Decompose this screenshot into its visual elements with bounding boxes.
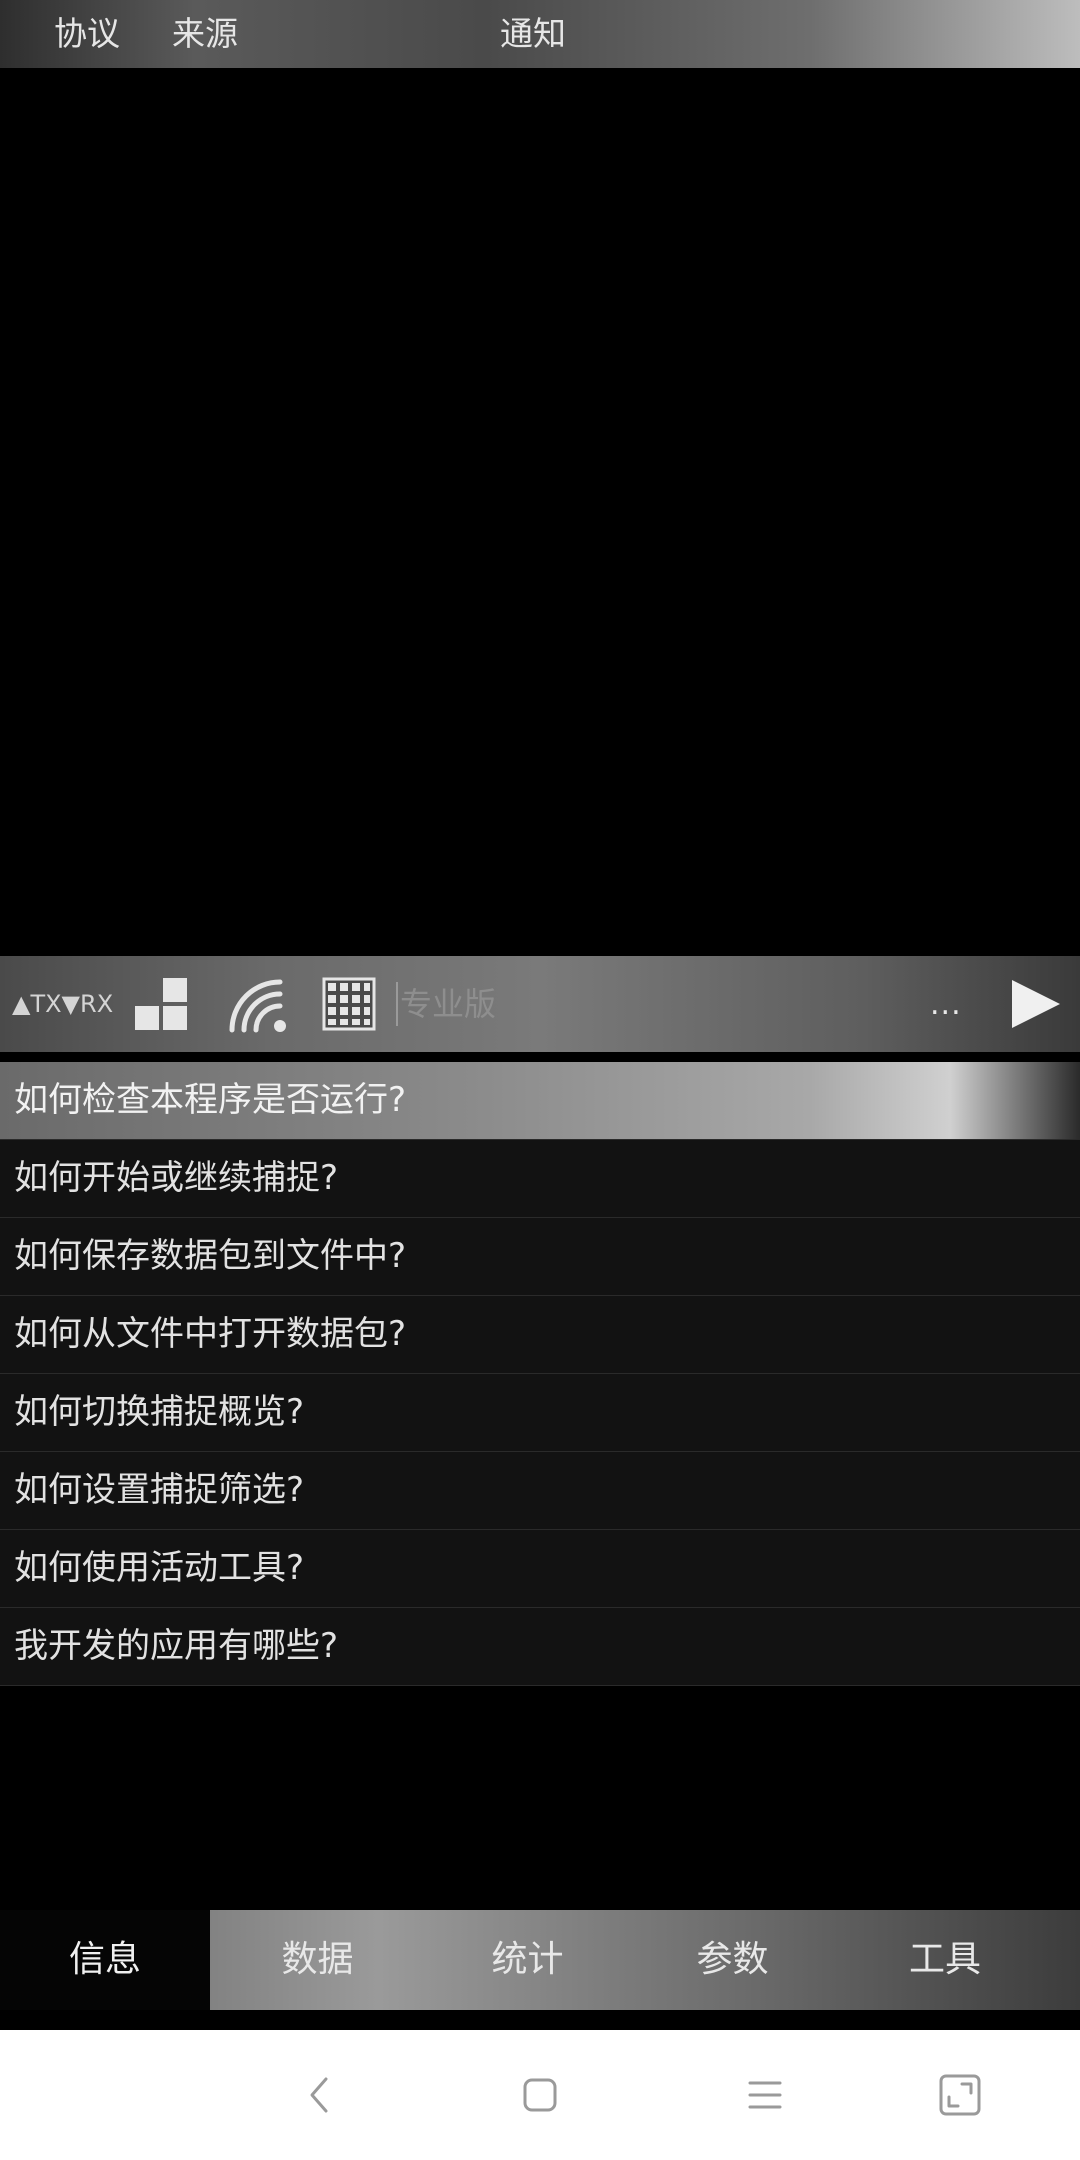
more-button[interactable]: ...: [930, 956, 962, 1052]
blocks-icon[interactable]: [132, 956, 190, 1052]
home-icon[interactable]: [510, 2065, 570, 2125]
wifi-icon[interactable]: [224, 956, 290, 1052]
tab-info[interactable]: 信息: [0, 1910, 210, 2010]
faq-item-start-capture[interactable]: 如何开始或继续捕捉?: [0, 1140, 1080, 1218]
packet-list-header: 协议 来源 通知: [0, 0, 1080, 68]
bottom-tab-bar: 信息 数据 统计 参数 工具: [0, 1910, 1080, 2010]
grid-icon[interactable]: [322, 956, 376, 1052]
play-icon[interactable]: [1006, 956, 1064, 1052]
faq-item-capture-filter[interactable]: 如何设置捕捉筛选?: [0, 1452, 1080, 1530]
tab-params[interactable]: 参数: [630, 1910, 835, 2010]
faq-item-activity-tools[interactable]: 如何使用活动工具?: [0, 1530, 1080, 1608]
tab-data[interactable]: 数据: [210, 1910, 425, 2010]
faq-item-check-running[interactable]: 如何检查本程序是否运行?: [0, 1062, 1080, 1140]
system-nav-bar: [0, 2030, 1080, 2160]
faq-item-open-packets[interactable]: 如何从文件中打开数据包?: [0, 1296, 1080, 1374]
expand-icon[interactable]: [930, 2065, 990, 2125]
back-icon[interactable]: [290, 2065, 350, 2125]
faq-list: 如何检查本程序是否运行? 如何开始或继续捕捉? 如何保存数据包到文件中? 如何从…: [0, 1062, 1080, 1686]
app-window: 协议 来源 通知 ▲TX▼RX 专业版 ... 如何检查本程序是否运行? 如何开…: [0, 0, 1080, 2160]
capture-toolbar: ▲TX▼RX 专业版 ...: [0, 956, 1080, 1052]
packet-list-area[interactable]: [0, 68, 1080, 956]
faq-item-switch-overview[interactable]: 如何切换捕捉概览?: [0, 1374, 1080, 1452]
faq-item-save-packets[interactable]: 如何保存数据包到文件中?: [0, 1218, 1080, 1296]
faq-item-my-apps[interactable]: 我开发的应用有哪些?: [0, 1608, 1080, 1686]
tab-stats[interactable]: 统计: [425, 1910, 630, 2010]
column-protocol[interactable]: 协议: [54, 0, 120, 68]
txrx-indicator[interactable]: ▲TX▼RX: [12, 956, 113, 1052]
menu-icon[interactable]: [735, 2065, 795, 2125]
pro-version-label[interactable]: 专业版: [396, 982, 496, 1026]
tab-tools[interactable]: 工具: [835, 1910, 1055, 2010]
column-notice[interactable]: 通知: [500, 0, 566, 68]
column-source[interactable]: 来源: [172, 0, 238, 68]
